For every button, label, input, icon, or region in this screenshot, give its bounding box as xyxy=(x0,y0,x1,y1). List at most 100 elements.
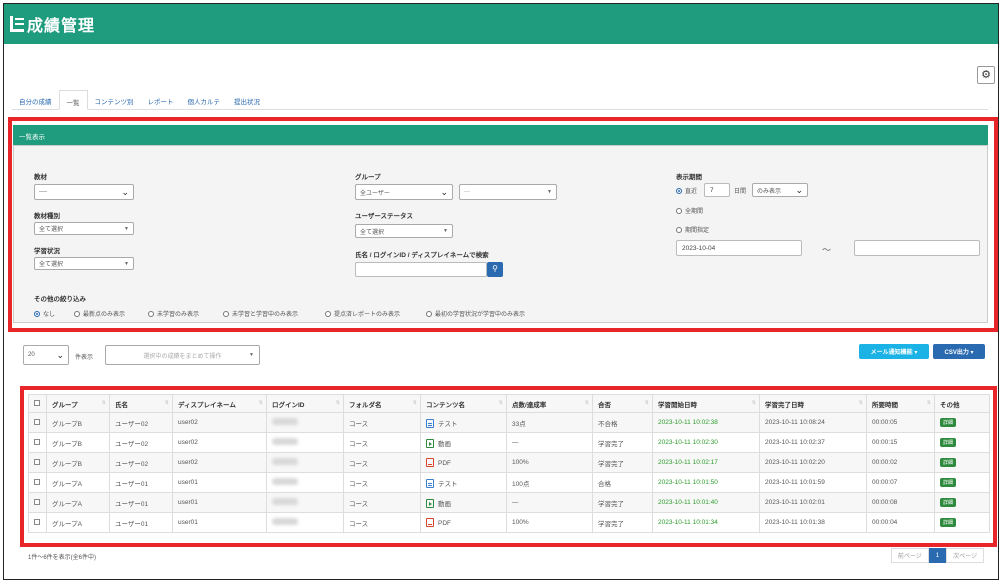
row-checkbox[interactable] xyxy=(28,432,47,453)
cell-other: 詳細 xyxy=(934,512,990,533)
current-page[interactable]: 1 xyxy=(928,548,947,563)
cell-display-name: user02 xyxy=(172,412,267,433)
cell-end: 2023-10-11 10:02:37 xyxy=(759,432,867,453)
cell-result: 学習完了 xyxy=(592,492,653,513)
filter-none[interactable]: なし xyxy=(34,309,55,318)
filter-unlearned-only[interactable]: 未学習のみ表示 xyxy=(148,309,199,318)
date-to-input[interactable] xyxy=(854,240,980,256)
tab-list[interactable]: 一覧 xyxy=(58,90,88,110)
radio-dot-icon xyxy=(325,310,331,317)
cell-end: 2023-10-11 10:01:59 xyxy=(759,472,867,493)
radio-date-range[interactable]: 期間指定 xyxy=(676,225,709,234)
cell-end: 2023-10-11 10:02:20 xyxy=(759,452,867,473)
radio-recent[interactable]: 直近 xyxy=(676,186,697,195)
detail-button[interactable]: 詳細 xyxy=(940,478,957,487)
cell-result: 学習完了 xyxy=(592,452,653,473)
col-label: 合否 xyxy=(598,401,611,409)
tab-personal-chart[interactable]: 個人カルテ xyxy=(181,90,228,110)
bulk-action-select[interactable]: 選択中の成績をまとめて操作 ▼ xyxy=(105,345,260,365)
subgroup-select[interactable]: --- ▼ xyxy=(459,184,557,200)
user-status-select[interactable]: 全て選択 ▼ xyxy=(355,224,453,238)
learning-status-select[interactable]: 全て選択 ▼ xyxy=(34,257,134,270)
col-end[interactable]: 学習完了日時 ⇅ xyxy=(759,394,867,413)
next-page-button[interactable]: 次ページ xyxy=(946,548,984,563)
radio-all-period[interactable]: 全期間 xyxy=(676,206,703,215)
col-name[interactable]: 氏名 ⇅ xyxy=(109,394,173,413)
material-type-select[interactable]: 全て選択 ▼ xyxy=(34,222,134,235)
col-score[interactable]: 点数/達成率 ⇅ xyxy=(506,394,593,413)
cell-name: ユーザー01 xyxy=(109,492,173,513)
checkbox-icon xyxy=(34,478,40,485)
csv-export-button[interactable]: CSV出力 ▾ xyxy=(933,344,985,359)
col-folder[interactable]: フォルダ名 ⇅ xyxy=(343,394,421,413)
row-checkbox[interactable] xyxy=(28,472,47,493)
prev-page-button[interactable]: 前ページ xyxy=(890,548,929,563)
filter-latest-only[interactable]: 最新点のみ表示 xyxy=(74,309,125,318)
detail-button[interactable]: 詳細 xyxy=(940,438,957,447)
mail-notify-button[interactable]: メール通知機能 ▾ xyxy=(859,344,929,359)
cell-group: グループB xyxy=(46,432,110,453)
radio-dot-icon xyxy=(74,310,80,317)
page-size-select[interactable]: 20 ⌄ xyxy=(23,345,69,365)
search-icon[interactable]: ⚲ xyxy=(487,262,503,277)
cell-name: ユーザー02 xyxy=(109,452,173,473)
video-icon xyxy=(426,438,434,448)
cell-score: — xyxy=(506,492,593,513)
cell-display-name: user02 xyxy=(172,452,267,473)
sort-icon: ⇅ xyxy=(335,400,340,406)
col-label: 学習開始日時 xyxy=(658,401,697,409)
filter-unlearned-learning[interactable]: 未学習と学習中のみ表示 xyxy=(223,309,298,318)
row-checkbox[interactable] xyxy=(28,412,47,433)
col-group[interactable]: グループ ⇅ xyxy=(46,394,110,413)
col-start[interactable]: 学習開始日時 ⇅ xyxy=(652,394,760,413)
cell-display-name: user01 xyxy=(172,492,267,513)
tab-submission-status[interactable]: 提出状況 xyxy=(227,90,267,110)
col-result[interactable]: 合否 ⇅ xyxy=(592,394,653,413)
cell-display-name: user02 xyxy=(172,432,267,453)
radio-dot-icon xyxy=(676,207,682,214)
chevron-down-icon: ⌄ xyxy=(440,186,448,197)
detail-button[interactable]: 詳細 xyxy=(940,418,957,427)
sort-icon: ⇅ xyxy=(498,400,503,406)
sort-icon: ⇅ xyxy=(858,400,863,406)
row-checkbox[interactable] xyxy=(28,452,47,473)
detail-button[interactable]: 詳細 xyxy=(940,498,957,507)
filter-unlearned-label: 未学習のみ表示 xyxy=(157,312,200,318)
settings-gear-icon[interactable]: ⚙ xyxy=(977,66,995,84)
detail-button[interactable]: 詳細 xyxy=(940,458,957,467)
days-unit: 日間 xyxy=(734,189,747,195)
select-all-checkbox[interactable] xyxy=(28,394,47,413)
filter-submitted-report[interactable]: 提点済レポートのみ表示 xyxy=(325,309,400,318)
name-search-input[interactable] xyxy=(355,262,487,277)
document-icon xyxy=(426,478,434,488)
group-select[interactable]: 全ユーザー ⌄ xyxy=(355,184,453,200)
detail-button[interactable]: 詳細 xyxy=(940,518,957,527)
col-content[interactable]: コンテンツ名 ⇅ xyxy=(420,394,507,413)
tab-by-content[interactable]: コンテンツ別 xyxy=(88,90,141,110)
cell-duration: 00:00:05 xyxy=(866,412,935,433)
row-checkbox[interactable] xyxy=(28,492,47,513)
col-label: 氏名 xyxy=(115,401,128,409)
recent-days-input[interactable]: 7 xyxy=(704,183,730,197)
radio-dot-icon xyxy=(34,310,40,317)
col-login-id[interactable]: ログインID ⇅ xyxy=(266,394,344,413)
cell-name: ユーザー01 xyxy=(109,512,173,533)
cell-score: 100点 xyxy=(506,472,593,493)
cell-duration: 00:00:04 xyxy=(866,512,935,533)
col-duration[interactable]: 所要時間 ⇅ xyxy=(866,394,935,413)
period-mode-select[interactable]: のみ表示 ⌄ xyxy=(752,183,808,197)
date-from-input[interactable]: 2023-10-04 xyxy=(676,240,802,256)
cell-login-id xyxy=(266,412,344,433)
filter-first-learning[interactable]: 最初の学習状況が学習中のみ表示 xyxy=(426,309,525,318)
checkbox-icon xyxy=(34,458,40,465)
cell-duration: 00:00:08 xyxy=(866,492,935,513)
list-logo-icon xyxy=(10,16,24,32)
col-display-name[interactable]: ディスプレイネーム ⇅ xyxy=(172,394,267,413)
tab-my-grades[interactable]: 自分の成績 xyxy=(12,90,59,110)
cell-other: 詳細 xyxy=(934,492,990,513)
tab-report[interactable]: レポート xyxy=(141,90,181,110)
material-select[interactable]: ---- ⌄ xyxy=(34,184,134,200)
row-checkbox[interactable] xyxy=(28,512,47,533)
material-label: 教材 xyxy=(34,174,47,181)
learning-status-value: 全て選択 xyxy=(39,262,64,268)
